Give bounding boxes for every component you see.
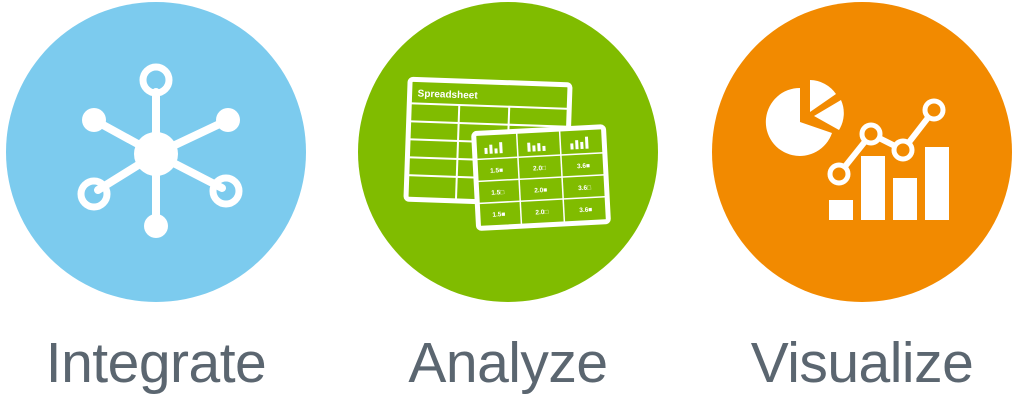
front-sheet: 1.5■ 2.0□ 3.6■ 1.5□ 2.0■ 3.6□ 1.5■ 2.0□ … <box>471 124 611 231</box>
analyze-item: Spreadsheet 1.5■ 2.0□ 3.6■ 1.5□ 2.0■ 3.6… <box>358 0 658 405</box>
visualize-label: Visualize <box>750 331 974 395</box>
visualize-item: Visualize <box>712 0 1012 405</box>
cell: 2.0□ <box>535 209 548 217</box>
bar-chart-icon <box>829 147 949 220</box>
cell: 3.6■ <box>579 206 592 214</box>
spreadsheet-title: Spreadsheet <box>417 89 478 102</box>
cell: 1.5□ <box>491 189 504 197</box>
hub-network-icon <box>77 63 243 238</box>
integrate-circle <box>6 2 306 302</box>
analyze-circle: Spreadsheet 1.5■ 2.0□ 3.6■ 1.5□ 2.0■ 3.6… <box>358 2 658 302</box>
cell: 1.5■ <box>492 211 505 219</box>
integrate-item: Integrate <box>6 0 306 405</box>
cell: 1.5■ <box>490 167 503 175</box>
spreadsheet-icon: Spreadsheet 1.5■ 2.0□ 3.6■ 1.5□ 2.0■ 3.6… <box>403 76 611 231</box>
cell: 3.6□ <box>578 184 591 192</box>
analyze-label: Analyze <box>408 331 608 395</box>
cell: 2.0□ <box>533 165 546 173</box>
integrate-label: Integrate <box>45 331 267 395</box>
visualize-circle <box>712 2 1012 302</box>
charts-icon <box>765 80 949 220</box>
cell: 3.6■ <box>577 163 590 171</box>
pie-chart-icon <box>765 80 844 156</box>
cell: 2.0■ <box>534 187 547 195</box>
